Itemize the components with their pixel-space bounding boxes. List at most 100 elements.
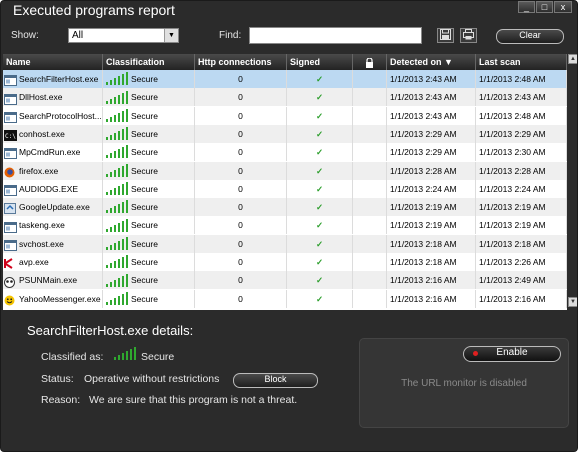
http-connections-cell: 0 — [195, 234, 287, 253]
detected-on-cell: 1/1/2013 2:43 AM — [387, 70, 476, 88]
http-connections-cell: 0 — [195, 216, 287, 235]
show-dropdown-value: All — [72, 30, 84, 41]
last-scan-cell: 1/1/2013 2:29 AM — [476, 124, 567, 143]
column-header-signed[interactable]: Signed — [287, 54, 353, 70]
table-row[interactable]: firefox.exe Secure 0 ✓ 1/1/2013 2:28 AM 1/1/2… — [3, 161, 567, 180]
http-connections-cell: 0 — [195, 198, 287, 217]
signal-bars-icon — [106, 218, 128, 232]
signal-bars-icon — [106, 291, 128, 305]
program-name: SearchProtocolHost... — [19, 110, 102, 121]
classification-value: Secure — [131, 110, 158, 121]
table-row[interactable]: taskeng.exe Secure 0 ✓ 1/1/2013 2:19 AM 1/1/2… — [3, 216, 567, 235]
program-name: conhost.exe — [19, 128, 65, 139]
signal-bars-icon — [106, 200, 128, 214]
window-icon — [4, 147, 17, 160]
classification-cell: Secure — [103, 124, 195, 143]
program-name-cell: MpCmdRun.exe — [3, 143, 103, 162]
program-name-cell: AUDIODG.EXE — [3, 179, 103, 198]
column-header-classification[interactable]: Classification — [103, 54, 195, 70]
column-header-lock[interactable] — [353, 54, 387, 70]
program-name: svchost.exe — [19, 238, 64, 249]
find-input[interactable] — [249, 27, 422, 44]
print-icon[interactable] — [460, 28, 477, 43]
program-name: PSUNMain.exe — [19, 275, 78, 286]
signed-check-icon: ✓ — [287, 124, 353, 143]
detected-on-cell: 1/1/2013 2:28 AM — [387, 161, 476, 180]
http-connections-cell: 0 — [195, 70, 287, 88]
classification-value: Secure — [131, 183, 158, 194]
vertical-scrollbar[interactable]: ▲ ▼ — [567, 54, 577, 310]
table-row[interactable]: MpCmdRun.exe Secure 0 ✓ 1/1/2013 2:29 AM 1/1/… — [3, 143, 567, 162]
lock-cell — [353, 198, 387, 217]
chevron-down-icon[interactable]: ▼ — [164, 29, 178, 42]
classification-cell: Secure — [103, 271, 195, 290]
signal-bars-icon — [106, 127, 128, 141]
table-row[interactable]: SearchFilterHost.exe Secure 0 ✓ 1/1/2013 2:4… — [3, 70, 567, 88]
signed-check-icon: ✓ — [287, 143, 353, 162]
last-scan-cell: 1/1/2013 2:30 AM — [476, 143, 567, 162]
http-connections-cell: 0 — [195, 88, 287, 107]
block-button[interactable]: Block — [233, 373, 318, 388]
signal-bars-icon — [106, 145, 128, 159]
classification-cell: Secure — [103, 216, 195, 235]
clear-button[interactable]: Clear — [496, 29, 564, 44]
show-dropdown[interactable]: All ▼ — [68, 28, 179, 43]
classification-cell: Secure — [103, 70, 195, 88]
maximize-button[interactable]: □ — [536, 1, 553, 13]
classification-value: Secure — [131, 293, 158, 304]
last-scan-cell: 1/1/2013 2:24 AM — [476, 179, 567, 198]
scroll-down-icon[interactable]: ▼ — [568, 297, 577, 307]
program-name-cell: firefox.exe — [3, 161, 103, 180]
classification-cell: Secure — [103, 88, 195, 107]
program-name-cell: GoogleUpdate.exe — [3, 198, 103, 217]
signal-bars-icon — [106, 90, 128, 104]
classification-value: Secure — [131, 92, 158, 103]
window-icon — [4, 184, 17, 197]
table-row[interactable]: DllHost.exe Secure 0 ✓ 1/1/2013 2:43 AM 1/1/2… — [3, 88, 567, 107]
executed-programs-window: Executed programs report _ □ x Show: All… — [0, 0, 578, 452]
program-name: DllHost.exe — [19, 92, 63, 103]
table-row[interactable]: SearchProtocolHost... Secure 0 ✓ 1/1/2013 2:… — [3, 106, 567, 125]
column-header-last-scan[interactable]: Last scan — [476, 54, 567, 70]
last-scan-cell: 1/1/2013 2:49 AM — [476, 271, 567, 290]
column-header-http[interactable]: Http connections — [195, 54, 287, 70]
last-scan-cell: 1/1/2013 2:16 AM — [476, 289, 567, 308]
details-title: SearchFilterHost.exe details: — [27, 323, 194, 338]
table-row[interactable]: YahooMessenger.exe Secure 0 ✓ 1/1/2013 2:16 … — [3, 289, 567, 308]
program-name-cell: avp.exe — [3, 253, 103, 271]
http-connections-cell: 0 — [195, 106, 287, 125]
minimize-button[interactable]: _ — [518, 1, 535, 13]
enable-button[interactable]: Enable — [463, 346, 561, 362]
table-row[interactable]: avp.exe Secure 0 ✓ 1/1/2013 2:18 AM 1/1/2013 … — [3, 253, 567, 271]
window-icon — [4, 111, 17, 123]
classification-cell: Secure — [103, 106, 195, 125]
signal-bars-icon — [114, 347, 136, 360]
classification-value: Secure — [131, 257, 158, 267]
signed-check-icon: ✓ — [287, 161, 353, 180]
window-icon — [4, 74, 17, 87]
table-row[interactable]: svchost.exe Secure 0 ✓ 1/1/2013 2:18 AM 1/1/2… — [3, 234, 567, 253]
table-row[interactable]: PSUNMain.exe Secure 0 ✓ 1/1/2013 2:16 AM 1/1/… — [3, 271, 567, 290]
signal-bars-icon — [106, 163, 128, 177]
http-connections-cell: 0 — [195, 289, 287, 308]
find-label: Find: — [219, 30, 242, 41]
column-header-detected[interactable]: Detected on ▼ — [387, 54, 476, 70]
signal-bars-icon — [106, 273, 128, 287]
table-row[interactable]: GoogleUpdate.exe Secure 0 ✓ 1/1/2013 2:19 AM… — [3, 198, 567, 217]
classification-cell: Secure — [103, 289, 195, 308]
url-monitor-panel: Enable The URL monitor is disabled — [359, 338, 569, 428]
classified-label: Classified as: — [41, 351, 104, 363]
classification-value: Secure — [131, 202, 158, 213]
table-row[interactable]: AUDIODG.EXE Secure 0 ✓ 1/1/2013 2:24 AM 1/1/2… — [3, 179, 567, 198]
save-icon[interactable] — [437, 28, 454, 43]
column-header-name[interactable]: Name — [3, 54, 103, 70]
lock-cell — [353, 179, 387, 198]
lock-icon — [366, 57, 373, 68]
window-icon — [4, 93, 17, 105]
lock-cell — [353, 124, 387, 143]
program-name-cell: YahooMessenger.exe — [3, 289, 103, 308]
signal-bars-icon — [106, 255, 128, 269]
scroll-up-icon[interactable]: ▲ — [568, 54, 577, 64]
table-row[interactable]: C:\ conhost.exe Secure 0 ✓ 1/1/2013 2:29 AM 1/… — [3, 124, 567, 143]
close-button[interactable]: x — [554, 1, 572, 13]
